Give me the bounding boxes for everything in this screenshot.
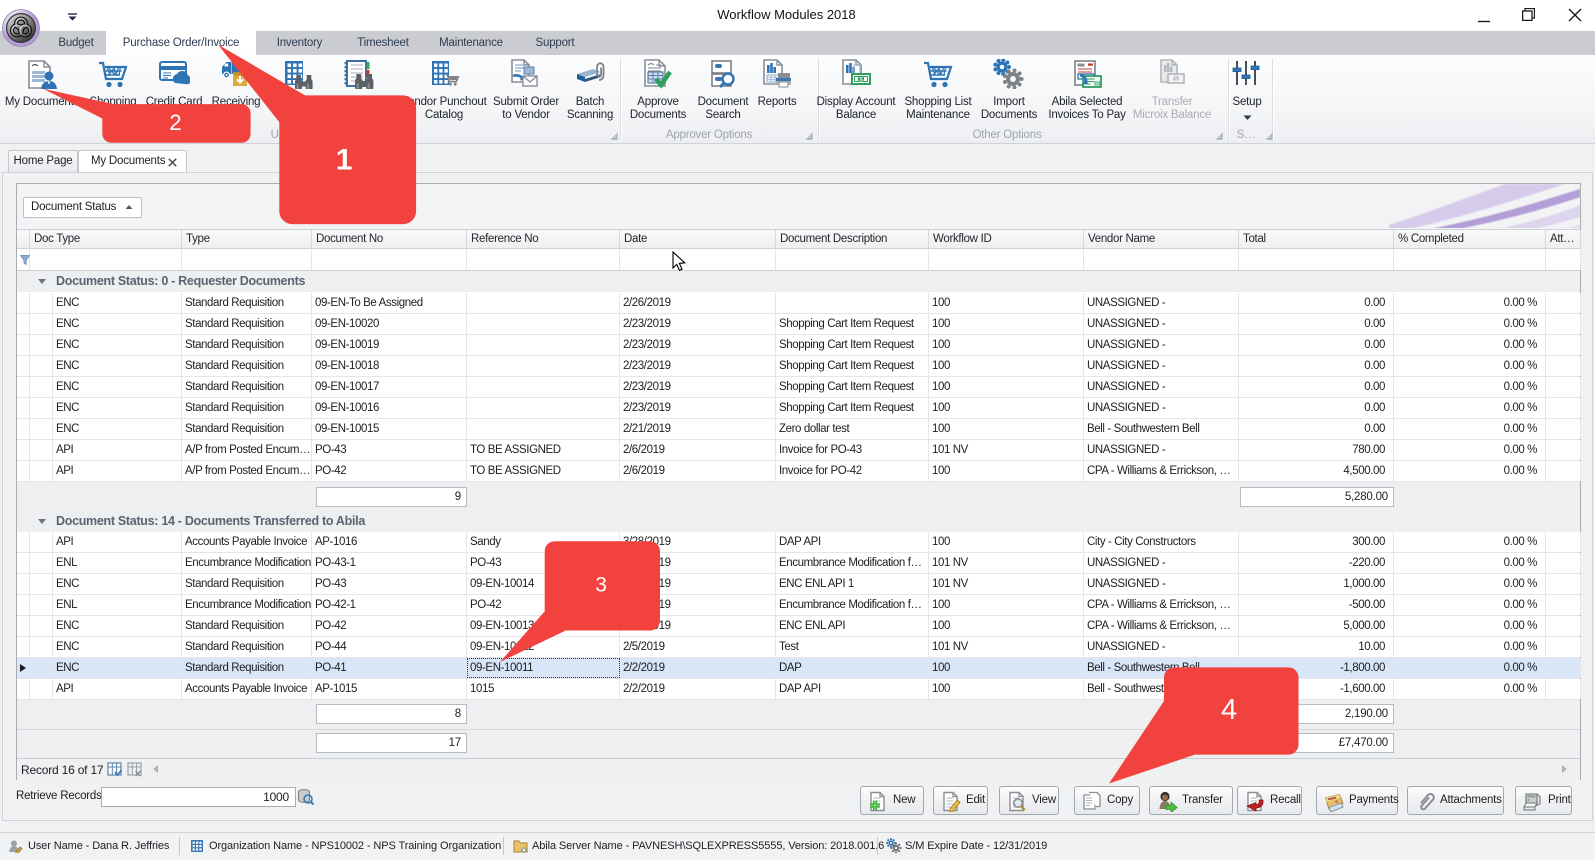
svg-text:2: 2 — [169, 110, 181, 135]
svg-text:1: 1 — [336, 144, 353, 177]
svg-text:4: 4 — [1221, 694, 1237, 726]
svg-text:3: 3 — [595, 574, 606, 597]
